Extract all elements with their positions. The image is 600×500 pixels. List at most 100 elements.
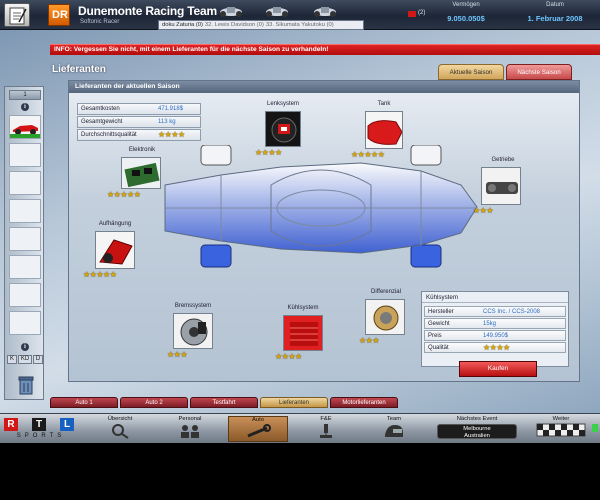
driver-entry[interactable]: doku Zaturia (0) bbox=[159, 22, 203, 28]
supplier-summary: Gesamtkosten 471.918$ Gesamtgewicht 113 … bbox=[77, 103, 201, 141]
part-name: Elektronik bbox=[128, 147, 156, 153]
part-suspension[interactable]: Aufhängung ★★★★★ bbox=[83, 221, 147, 285]
part-steering[interactable]: Lenksystem ★★★★ bbox=[255, 101, 311, 161]
car-slot[interactable] bbox=[9, 311, 41, 335]
helmet-icon bbox=[385, 425, 403, 437]
suspension-icon bbox=[95, 231, 135, 269]
notepad-button[interactable] bbox=[4, 3, 30, 27]
summary-label: Gesamtkosten bbox=[81, 106, 120, 112]
bottom-navigation: R T L SPORTS Übersicht Personal Auto F&E… bbox=[0, 413, 600, 443]
date-label: Datum bbox=[546, 2, 564, 8]
nav-personnel[interactable]: Personal bbox=[160, 416, 220, 442]
part-stars: ★★★★★ bbox=[351, 150, 385, 159]
nav-research[interactable]: F&E bbox=[296, 416, 356, 442]
nav-next[interactable]: D bbox=[33, 355, 43, 364]
steering-wheel-icon bbox=[265, 111, 301, 147]
panel-header-title: Lieferanten der aktuellen Saison bbox=[75, 83, 180, 90]
team-logo: DR bbox=[48, 4, 70, 26]
info-bar: INFO: Vergessen Sie nicht, mit einem Lie… bbox=[50, 44, 600, 55]
logo-letter: T bbox=[32, 418, 46, 431]
part-brakes[interactable]: Bremssystem ★★★ bbox=[167, 303, 219, 363]
tab-engine-suppliers[interactable]: Motorlieferanten bbox=[330, 397, 398, 408]
part-stars: ★★★★★ bbox=[107, 190, 141, 199]
suppliers-panel: Lieferanten der aktuellen Saison Gesamtk… bbox=[68, 80, 580, 382]
nav-label: F&E bbox=[320, 416, 332, 422]
mail-icon[interactable] bbox=[408, 11, 416, 17]
part-cooling[interactable]: Kühlsystem ★★★★ bbox=[275, 305, 331, 367]
next-event[interactable]: Nächstes Event Melbourne Australien bbox=[432, 416, 522, 442]
nav-prev[interactable]: K bbox=[7, 355, 17, 364]
race-car-icon[interactable] bbox=[264, 3, 290, 19]
car-slot[interactable] bbox=[9, 199, 41, 223]
trash-icon[interactable] bbox=[17, 375, 35, 395]
car-slot[interactable] bbox=[9, 143, 41, 167]
part-gearbox[interactable]: Getriebe ★★★ bbox=[473, 157, 533, 219]
nav-label: Übersicht bbox=[107, 416, 133, 422]
date-value: 1. Februar 2008 bbox=[527, 14, 583, 23]
tab-suppliers[interactable]: Lieferanten bbox=[260, 397, 328, 408]
detail-title: Kühlsystem bbox=[422, 292, 568, 303]
detail-row: Hersteller CCS Inc. / CCS-2008 bbox=[424, 306, 566, 317]
team-name: Dunemonte Racing Team bbox=[78, 4, 217, 18]
detail-label: Hersteller bbox=[428, 308, 454, 315]
nav-car[interactable]: Auto bbox=[228, 416, 288, 442]
part-differential[interactable]: Differenzial ★★★ bbox=[359, 289, 413, 349]
event-city: Melbourne bbox=[463, 426, 491, 432]
info-icon[interactable]: i bbox=[21, 103, 29, 111]
part-name: Aufhängung bbox=[98, 221, 132, 227]
car-slot[interactable] bbox=[9, 171, 41, 195]
radiator-icon bbox=[283, 315, 323, 351]
driver-entry[interactable]: 33. Sikumata Yakutoku (0) bbox=[264, 22, 334, 28]
tab-test-drive[interactable]: Testfahrt bbox=[190, 397, 258, 408]
detail-value: 149.950$ bbox=[483, 332, 509, 339]
part-name: Tank bbox=[377, 101, 391, 107]
summary-value: 113 kg bbox=[158, 119, 176, 125]
tab-current-season[interactable]: Aktuelle Saison bbox=[438, 64, 504, 80]
car-slot[interactable] bbox=[9, 255, 41, 279]
panel-header: Lieferanten der aktuellen Saison bbox=[69, 81, 579, 93]
summary-row: Gesamtgewicht 113 kg bbox=[77, 116, 201, 128]
info-icon[interactable]: i bbox=[21, 343, 29, 351]
car-slot[interactable] bbox=[9, 227, 41, 251]
driver-entry[interactable]: 32. Lewis Davidson (0) bbox=[203, 22, 264, 28]
part-electronics[interactable]: Elektronik ★★★★★ bbox=[107, 147, 177, 207]
people-icon bbox=[181, 425, 199, 438]
tab-car-2[interactable]: Auto 2 bbox=[120, 397, 188, 408]
nav-label: Team bbox=[386, 416, 402, 422]
event-value: Melbourne Australien bbox=[437, 424, 517, 439]
detail-row: Preis 149.950$ bbox=[424, 330, 566, 341]
money-value: 9.050.050$ bbox=[447, 14, 485, 23]
part-name: Differenzial bbox=[371, 289, 401, 295]
nav-middle[interactable]: KD bbox=[18, 355, 32, 364]
car-slot[interactable] bbox=[9, 283, 41, 307]
race-car-icon[interactable] bbox=[218, 3, 244, 19]
brake-disc-icon bbox=[173, 313, 213, 349]
summary-label: Gesamtgewicht bbox=[81, 119, 123, 125]
summary-value: 471.918$ bbox=[158, 106, 184, 112]
money-label: Vermögen bbox=[452, 2, 480, 8]
event-label: Nächstes Event bbox=[456, 416, 498, 422]
car-slot[interactable] bbox=[9, 115, 41, 139]
mail-count: (2) bbox=[418, 10, 426, 16]
money-display: Vermögen 9.050.050$ bbox=[432, 2, 500, 28]
driver-strip: doku Zaturia (0) 32. Lewis Davidson (0) … bbox=[158, 20, 364, 30]
buy-button[interactable]: Kaufen bbox=[459, 361, 537, 377]
race-car-icon[interactable] bbox=[312, 3, 338, 19]
part-stars: ★★★★ bbox=[275, 352, 302, 361]
gearbox-icon bbox=[481, 167, 521, 205]
microscope-icon bbox=[320, 424, 332, 438]
part-name: Bremssystem bbox=[174, 303, 212, 309]
part-stars: ★★★ bbox=[473, 206, 494, 215]
continue-button[interactable]: Weiter bbox=[524, 416, 598, 442]
tab-car-1[interactable]: Auto 1 bbox=[50, 397, 118, 408]
nav-label: Personal bbox=[178, 416, 202, 422]
quality-stars: ★★★★ bbox=[158, 130, 185, 139]
nav-overview[interactable]: Übersicht bbox=[90, 416, 150, 442]
part-stars: ★★★★ bbox=[255, 148, 282, 157]
electronics-icon bbox=[121, 157, 161, 189]
logo-letter: L bbox=[60, 418, 74, 431]
wrench-icon bbox=[247, 424, 271, 438]
nav-team[interactable]: Team bbox=[364, 416, 424, 442]
tab-next-season[interactable]: Nächste Saison bbox=[506, 64, 572, 80]
part-fuel-tank[interactable]: Tank ★★★★★ bbox=[351, 101, 417, 167]
